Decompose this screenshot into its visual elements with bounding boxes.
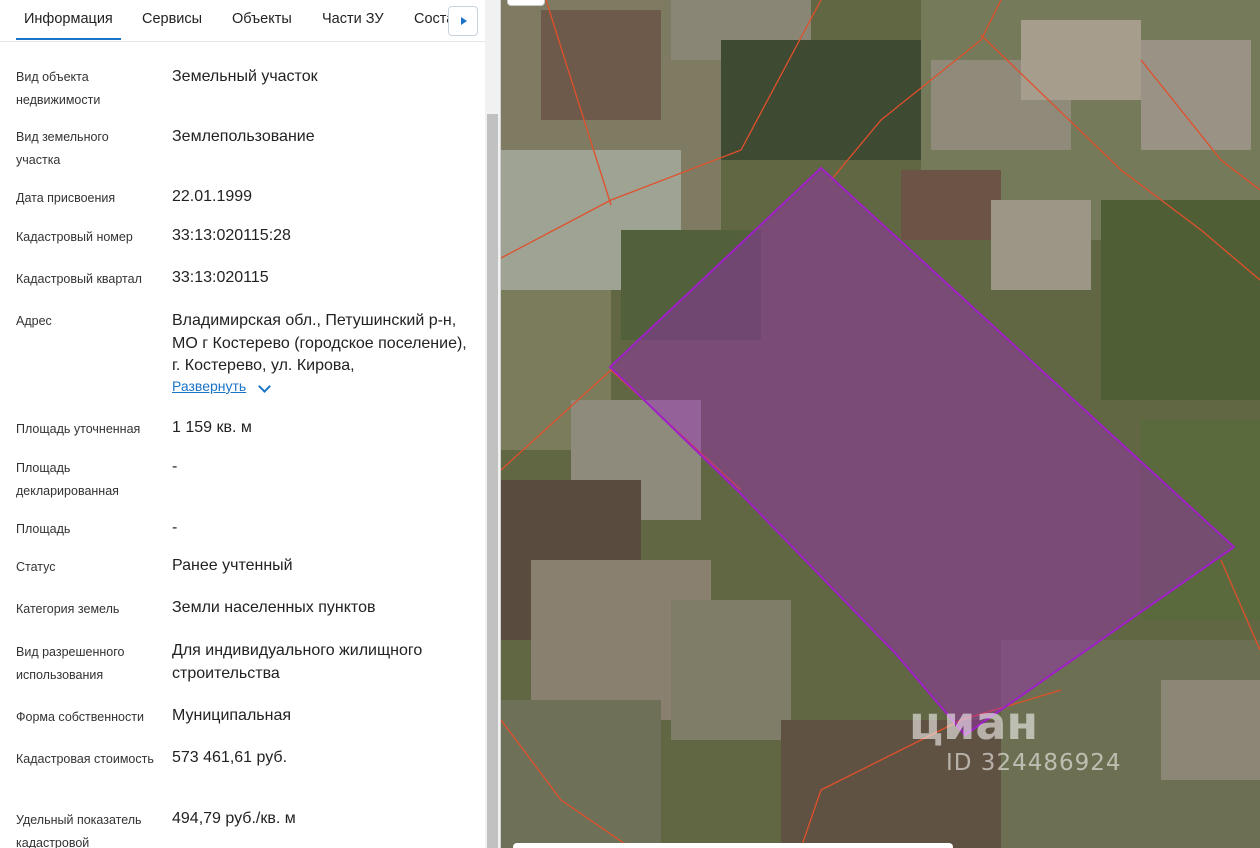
property-value: 22.01.1999	[172, 188, 253, 205]
tab-bar: Информация Сервисы Объекты Части ЗУ Сост…	[0, 0, 485, 42]
tab-services[interactable]: Сервисы	[142, 0, 202, 40]
map-bottom-bar	[513, 843, 953, 848]
property-value: 33:13:020115:28	[172, 227, 291, 244]
property-value: 494,79 руб./кв. м	[172, 810, 296, 827]
panel-scrollbar[interactable]	[485, 0, 500, 848]
property-label: Вид разрешенного использования	[16, 645, 125, 682]
brand-watermark: циан	[909, 696, 1039, 750]
satellite-map[interactable]	[501, 0, 1260, 848]
property-label: Категория земель	[16, 602, 120, 616]
property-value: 1 159 кв. м	[172, 419, 252, 436]
property-value: 573 461,61 руб.	[172, 749, 288, 766]
property-label: Вид земельного участка	[16, 130, 109, 167]
listing-id-watermark: ID 324486924	[946, 750, 1122, 776]
property-label: Площадь	[16, 522, 71, 536]
property-value: Муниципальная	[172, 707, 292, 724]
property-value: -	[172, 458, 178, 475]
property-value: Для индивидуального жилищного строительс…	[172, 642, 423, 682]
property-label: Кадастровая стоимость	[16, 752, 154, 766]
property-label: Удельный показатель кадастровой	[16, 813, 142, 848]
map-view[interactable]: циан ID 324486924	[501, 0, 1260, 848]
property-value: 33:13:020115	[172, 269, 269, 286]
property-value: Земельный участок	[172, 68, 318, 85]
property-label: Дата присвоения	[16, 191, 116, 205]
address-value: Владимирская обл., Петушинский р-н, МО г…	[172, 312, 467, 374]
tab-objects[interactable]: Объекты	[232, 0, 292, 40]
property-label: Адрес	[16, 314, 52, 328]
property-label: Кадастровый квартал	[16, 272, 142, 286]
map-control-button[interactable]	[507, 0, 545, 6]
property-label: Кадастровый номер	[16, 230, 133, 244]
tab-land-parts[interactable]: Части ЗУ	[322, 0, 384, 40]
property-label: Статус	[16, 560, 56, 574]
property-value: Земли населенных пунктов	[172, 599, 376, 616]
property-label: Вид объекта недвижимости	[16, 70, 101, 107]
property-label: Форма собственности	[16, 710, 144, 724]
property-value: Землепользование	[172, 128, 315, 145]
expand-address-link[interactable]: Развернуть	[172, 378, 246, 394]
tab-information[interactable]: Информация	[16, 0, 121, 40]
info-panel: Информация Сервисы Объекты Части ЗУ Сост…	[0, 0, 485, 848]
tabs-scroll-right-button[interactable]	[448, 6, 478, 36]
property-value: -	[172, 519, 178, 536]
scrollbar-thumb[interactable]	[487, 114, 498, 848]
property-value: Ранее учтенный	[172, 557, 293, 574]
property-label: Площадь уточненная	[16, 422, 141, 436]
property-label: Площадь декларированная	[16, 461, 119, 498]
chevron-down-icon[interactable]	[258, 380, 271, 393]
